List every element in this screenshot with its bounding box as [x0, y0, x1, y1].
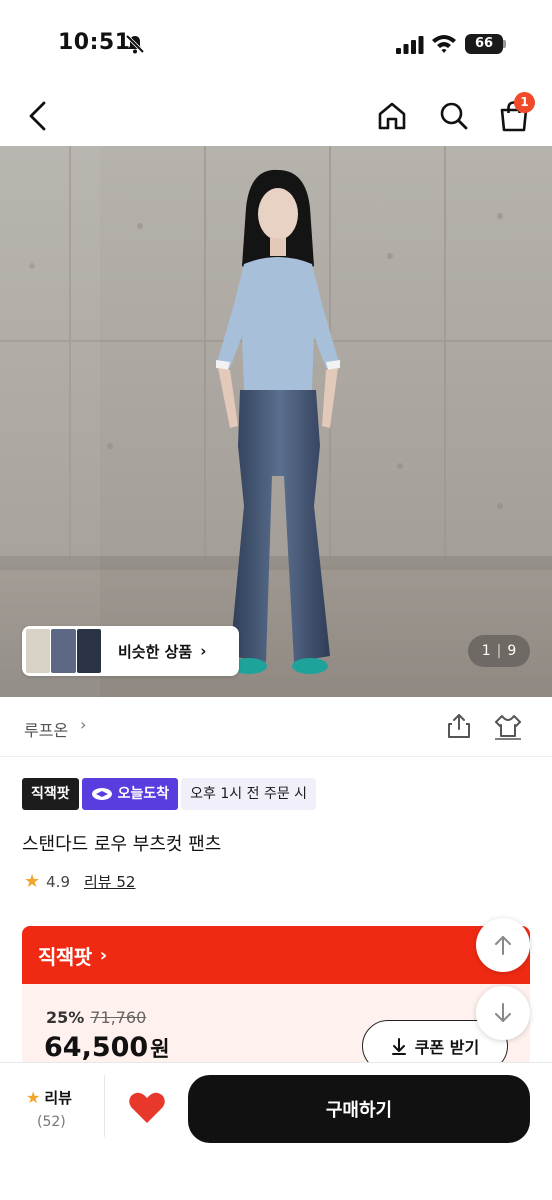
- cart-count-badge: 1: [514, 92, 535, 113]
- similar-thumbnail: [76, 629, 101, 673]
- scroll-up-button[interactable]: [476, 918, 530, 972]
- search-icon: [440, 102, 468, 130]
- arrow-down-icon: [495, 1003, 511, 1022]
- order-cutoff-badge: 오후 1시 전 주문 시: [181, 778, 317, 810]
- currency-unit: 원: [150, 1037, 170, 1061]
- wifi-icon: [432, 35, 456, 53]
- signal-icon: [396, 36, 424, 54]
- page-separator: |: [496, 643, 502, 659]
- top-nav-bar: [0, 88, 552, 146]
- star-icon: ★: [26, 1088, 41, 1107]
- vertical-divider: [104, 1075, 105, 1137]
- product-title: 스탠다드 로우 부츠컷 팬츠: [22, 834, 222, 855]
- size-fit-icon[interactable]: [492, 711, 524, 741]
- original-price: 71,760: [90, 1008, 147, 1027]
- scroll-down-button[interactable]: [476, 986, 530, 1040]
- image-page-indicator: 1 | 9: [468, 635, 530, 667]
- buy-button[interactable]: 구매하기: [188, 1075, 530, 1143]
- shipping-badges: 직잭팟 오늘도착 오후 1시 전 주문 시: [22, 778, 317, 810]
- similar-products-label: 비슷한 상품: [118, 642, 193, 661]
- download-icon: [391, 1038, 406, 1055]
- review-summary-top: ★ 리뷰: [26, 1087, 88, 1108]
- delivery-logo-icon: [91, 788, 112, 800]
- back-icon: [29, 101, 46, 131]
- brand-name-link[interactable]: 루프온: [24, 717, 68, 741]
- home-button[interactable]: [370, 94, 414, 138]
- review-summary-count: (52): [37, 1114, 66, 1130]
- page-total: 9: [507, 643, 517, 659]
- status-bar: 10:51 66: [0, 0, 552, 88]
- bottom-action-bar: ★ 리뷰 (52) 구매하기: [0, 1062, 552, 1200]
- today-delivery-badge: 오늘도착: [81, 778, 179, 810]
- chevron-right-icon: ›: [99, 944, 108, 966]
- battery-nub: [503, 40, 506, 48]
- coupon-label: 쿠폰 받기: [414, 1038, 480, 1057]
- product-photo: [0, 146, 552, 697]
- home-icon: [378, 102, 406, 130]
- product-image-carousel[interactable]: 비슷한 상품 › 1 | 9: [0, 146, 552, 697]
- chevron-right-icon: ›: [80, 715, 87, 734]
- arrow-up-icon: [495, 936, 511, 955]
- similar-thumbnails: [26, 629, 101, 673]
- promo-header[interactable]: 직잭팟 ›: [22, 926, 530, 984]
- search-button[interactable]: [432, 94, 476, 138]
- chevron-right-icon: ›: [200, 642, 207, 660]
- similar-thumbnail: [26, 629, 51, 673]
- share-icon[interactable]: [444, 711, 474, 741]
- review-link[interactable]: 리뷰 52: [84, 871, 135, 892]
- discount-row: 25% 71,760: [46, 1008, 146, 1027]
- mute-bell-icon: [125, 34, 145, 54]
- star-icon: ★: [24, 871, 41, 892]
- review-summary-label: 리뷰: [44, 1089, 72, 1107]
- rating-score: 4.9: [46, 872, 70, 891]
- review-summary-button[interactable]: ★ 리뷰 (52): [18, 1087, 88, 1137]
- direct-jackpot-badge: 직잭팟: [22, 778, 79, 810]
- today-delivery-label: 오늘도착: [117, 786, 170, 802]
- status-time: 10:51: [58, 30, 131, 55]
- promo-title: 직잭팟: [38, 944, 92, 969]
- brand-row: 루프온 ›: [0, 697, 552, 757]
- page-current: 1: [481, 643, 491, 659]
- rating-row: ★ 4.9 리뷰 52: [24, 871, 135, 892]
- sale-price: 64,500: [44, 1032, 149, 1063]
- similar-thumbnail: [51, 629, 76, 673]
- back-button[interactable]: [18, 94, 58, 138]
- discount-rate: 25%: [46, 1008, 85, 1027]
- similar-products-button[interactable]: 비슷한 상품 ›: [22, 626, 239, 676]
- sale-price-row: 64,500 원: [44, 1032, 170, 1063]
- battery-indicator: 66: [465, 34, 503, 54]
- heart-icon[interactable]: [128, 1091, 166, 1125]
